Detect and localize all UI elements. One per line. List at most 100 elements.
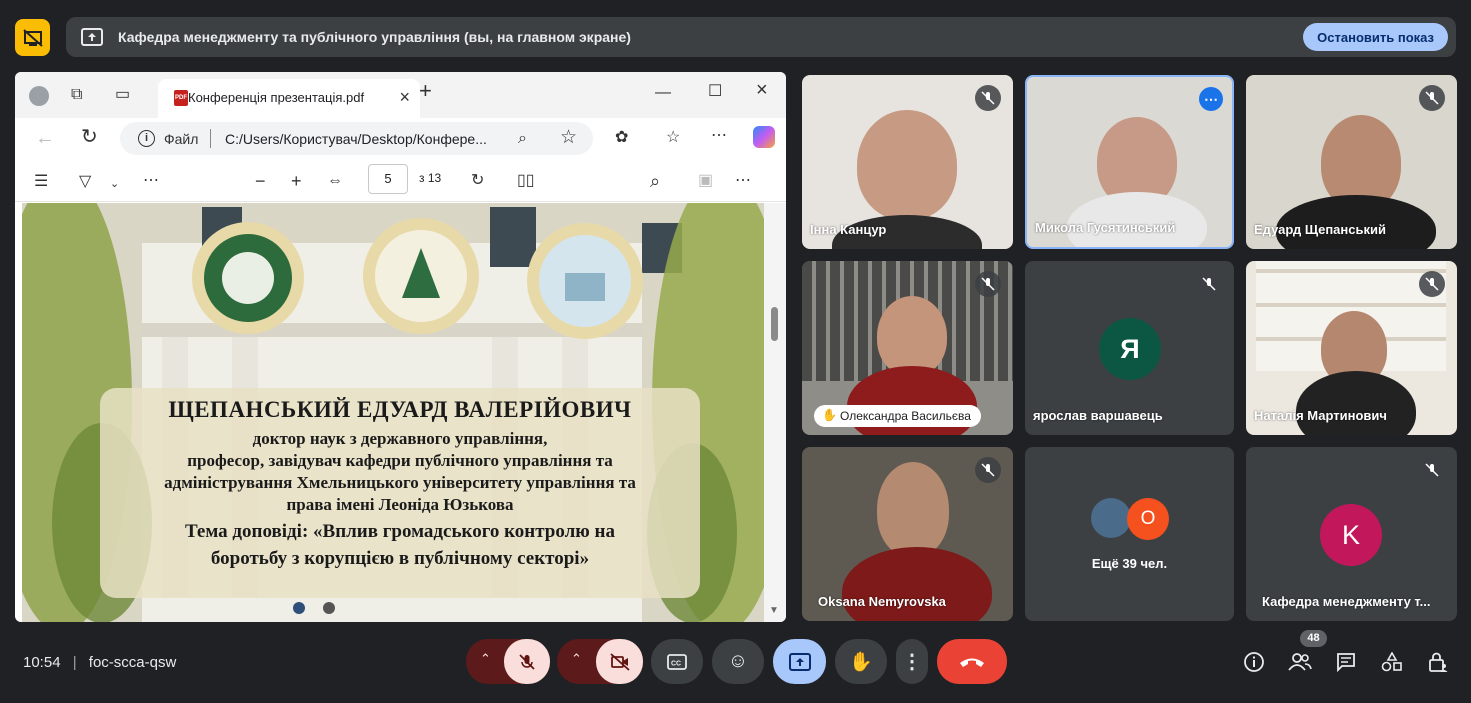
avatar: Я: [1099, 318, 1161, 380]
copilot-icon[interactable]: [753, 126, 775, 148]
camera-off-icon: [609, 652, 630, 671]
captions-button[interactable]: CC: [651, 639, 703, 684]
banner-text: Кафедра менеджменту та публічного управл…: [118, 29, 631, 45]
participant-tile[interactable]: ⋯ Микола Гусятинський: [1025, 75, 1234, 249]
participant-name: Олександра Васильєва: [840, 409, 971, 423]
slide-line-1: доктор наук з державного управління,: [252, 429, 548, 448]
site-info-icon[interactable]: i: [138, 130, 155, 147]
contents-icon[interactable]: ☰: [34, 174, 48, 190]
present-screen-icon: [80, 26, 104, 48]
pdf-more-icon[interactable]: ⋯: [143, 173, 159, 189]
favorite-star-icon[interactable]: ☆: [560, 128, 577, 147]
presentation-indicator-icon[interactable]: [15, 19, 50, 56]
meeting-controls-bar: 10:54 | foc-scca-qsw ⌃ ⌃ CC ☺ ✋ ⋮ 48: [0, 630, 1471, 703]
leave-call-button[interactable]: [937, 639, 1007, 684]
more-menu-icon[interactable]: ⋯: [711, 128, 727, 144]
svg-text:CC: CC: [671, 660, 681, 667]
mic-off-icon: [975, 457, 1001, 483]
pdf-scrollbar[interactable]: ▼: [764, 203, 786, 622]
refresh-icon[interactable]: ↻: [81, 127, 98, 147]
mic-off-icon: [519, 653, 535, 670]
camera-toggle-button[interactable]: [596, 639, 643, 684]
window-close-icon[interactable]: ×: [756, 80, 768, 100]
others-tile[interactable]: O Ещё 39 чел.: [1025, 447, 1234, 621]
pdf-icon: PDF: [174, 90, 188, 106]
page-view-icon[interactable]: ▯▯: [517, 173, 535, 189]
tab-actions-icon[interactable]: ▭: [115, 87, 130, 103]
video-options-icon[interactable]: ⌃: [571, 651, 582, 667]
back-icon[interactable]: ←: [35, 128, 55, 148]
save-icon[interactable]: ▣: [698, 173, 713, 189]
collections-icon[interactable]: ⧉: [71, 87, 82, 103]
chevron-down-icon[interactable]: ⌄: [110, 176, 119, 192]
participant-name: Кафедра менеджменту т...: [1262, 594, 1431, 609]
participant-tile[interactable]: ✋ Олександра Васильєва: [802, 261, 1013, 435]
scrollbar-thumb[interactable]: [771, 307, 778, 341]
zoom-in-icon[interactable]: +: [291, 172, 302, 190]
participant-name: Oksana Nemyrovska: [818, 594, 946, 609]
pdf-overflow-icon[interactable]: ⋯: [735, 173, 751, 189]
zoom-out-icon[interactable]: −: [255, 172, 266, 190]
emoji-icon: ☺: [727, 650, 749, 672]
chat-button[interactable]: [1331, 647, 1361, 677]
raise-hand-button[interactable]: ✋: [835, 639, 887, 684]
slide-line-3: адміністрування Хмельницького університе…: [164, 473, 636, 492]
favorites-icon[interactable]: ☆: [666, 130, 680, 146]
video-feed: [857, 110, 957, 220]
captions-icon: CC: [667, 653, 687, 670]
pdf-toolbar: ☰ ▽ ⌄ ⋯ − + ⇔ 5 з 13 ↻ ▯▯ ⌕ ▣ ⋯: [15, 162, 786, 202]
close-tab-icon[interactable]: ×: [399, 87, 410, 108]
url-text[interactable]: C:/Users/Користувач/Desktop/Конфере...: [225, 131, 500, 147]
more-options-icon[interactable]: ⋯: [1199, 87, 1223, 111]
present-button[interactable]: [773, 639, 826, 684]
time-divider: |: [72, 654, 77, 671]
browser-tab-bar: ⧉ ▭ PDF Конференція презентація.pdf × + …: [15, 72, 786, 118]
participant-tile[interactable]: Я ярослав варшавець: [1025, 261, 1234, 435]
search-icon[interactable]: ⌕: [650, 172, 660, 190]
host-controls-button[interactable]: [1423, 647, 1453, 677]
fit-width-icon[interactable]: ⇔: [327, 173, 343, 189]
present-screen-icon: [788, 652, 811, 671]
url-scheme-label: Файл: [164, 131, 199, 147]
participant-tile[interactable]: Інна Канцур: [802, 75, 1013, 249]
activities-button[interactable]: [1377, 647, 1407, 677]
video-feed-body: [1296, 371, 1416, 435]
slide-line-4: права імені Леоніда Юзькова: [286, 495, 514, 514]
reactions-button[interactable]: ☺: [712, 639, 764, 684]
scroll-down-icon[interactable]: ▼: [769, 603, 779, 619]
camera-button-group: ⌃: [557, 639, 643, 684]
maximize-icon[interactable]: ☐: [708, 84, 722, 100]
profile-icon[interactable]: [29, 86, 49, 106]
slide-text-block: ЩЕПАНСЬКИЙ ЕДУАРД ВАЛЕРІЙОВИЧ доктор нау…: [100, 393, 700, 572]
avatar: O: [1127, 498, 1169, 540]
mic-off-icon: [1419, 457, 1445, 483]
audio-options-icon[interactable]: ⌃: [480, 651, 491, 667]
mic-button-group: ⌃: [466, 639, 550, 684]
meeting-details-button[interactable]: [1239, 647, 1269, 677]
stop-presenting-button[interactable]: Остановить показ: [1303, 23, 1448, 51]
address-bar[interactable]: i Файл C:/Users/Користувач/Desktop/Конфе…: [120, 122, 593, 155]
new-tab-icon[interactable]: +: [419, 80, 432, 102]
participant-tile[interactable]: Oksana Nemyrovska: [802, 447, 1013, 621]
people-button[interactable]: [1285, 647, 1315, 677]
url-separator: [210, 129, 211, 148]
participant-tile[interactable]: Наталія Мартинович: [1246, 261, 1457, 435]
more-options-button[interactable]: ⋮: [896, 639, 928, 684]
zoom-icon[interactable]: ⌕: [518, 131, 527, 147]
page-number-input[interactable]: 5: [368, 164, 408, 194]
chat-icon: [1337, 653, 1355, 672]
extensions-icon[interactable]: ✿: [615, 130, 628, 146]
highlight-icon[interactable]: ▽: [79, 174, 91, 190]
meeting-time: 10:54: [23, 654, 61, 671]
slide-topic-2: боротьбу з корупцією в публічному сектор…: [210, 548, 590, 569]
meeting-code: foc-scca-qsw: [88, 654, 177, 671]
minimize-icon[interactable]: —: [655, 85, 671, 101]
participant-tile[interactable]: K Кафедра менеджменту т...: [1246, 447, 1457, 621]
rotate-icon[interactable]: ↻: [471, 173, 484, 189]
mic-toggle-button[interactable]: [504, 639, 550, 684]
slide-line-2: професор, завідувач кафедри публічного у…: [187, 451, 613, 470]
browser-tab[interactable]: PDF Конференція презентація.pdf ×: [158, 79, 420, 118]
more-vert-icon: ⋮: [902, 651, 922, 673]
participant-name: Микола Гусятинський: [1035, 220, 1176, 235]
participant-tile[interactable]: Едуард Щепанський: [1246, 75, 1457, 249]
